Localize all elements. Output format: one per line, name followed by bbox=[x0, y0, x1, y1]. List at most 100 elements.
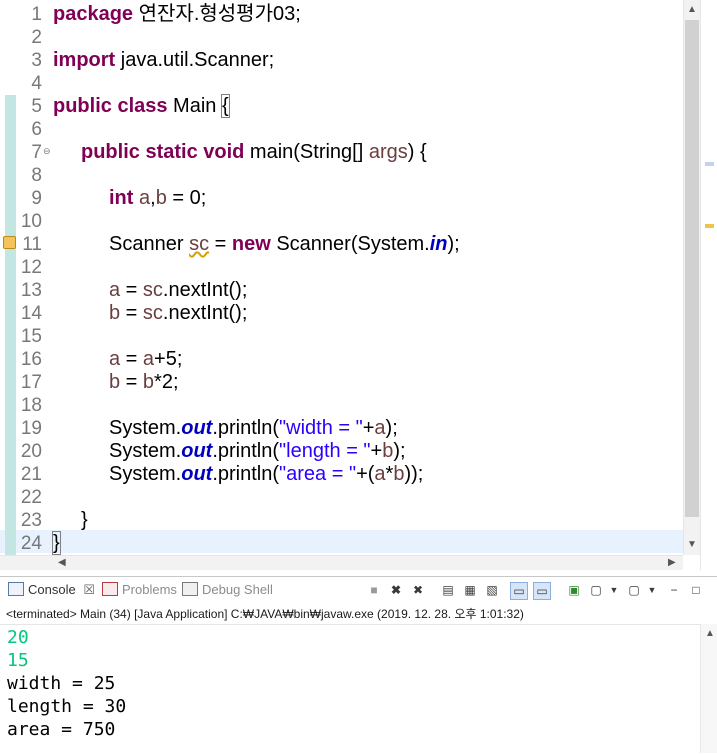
local-variable: a bbox=[109, 348, 121, 370]
show-on-stdout-icon[interactable]: ▭ bbox=[510, 582, 528, 600]
matching-brace: { bbox=[221, 94, 230, 118]
scroll-left-icon[interactable]: ◀ bbox=[58, 557, 66, 568]
quick-diff-bar bbox=[5, 118, 16, 555]
code-token: System. bbox=[109, 463, 182, 485]
pin-console-icon[interactable]: ▣ bbox=[566, 582, 582, 598]
console-output[interactable]: 20 15 width = 25 length = 30 area = 750 bbox=[0, 624, 700, 754]
tab-problems[interactable]: Problems bbox=[102, 580, 177, 600]
display-selected-console-icon[interactable]: ▢ bbox=[588, 582, 604, 598]
warning-lightbulb-icon[interactable] bbox=[3, 236, 16, 249]
code-token: = bbox=[120, 279, 143, 301]
close-icon[interactable]: ☒ bbox=[83, 582, 95, 597]
code-line-11: Scanner sc = new Scanner(System.in); bbox=[109, 233, 460, 256]
remove-all-terminated-icon[interactable]: ✖ bbox=[410, 582, 426, 598]
local-variable: b bbox=[155, 187, 167, 209]
console-input-line: 20 bbox=[7, 627, 29, 648]
code-token: .println( bbox=[212, 417, 280, 439]
fold-minus-icon[interactable]: ⊖ bbox=[43, 146, 51, 157]
line-number: 23 bbox=[20, 510, 42, 531]
code-token: + bbox=[370, 440, 383, 462]
scroll-lock-icon[interactable]: ▦ bbox=[462, 582, 478, 598]
static-field: out bbox=[181, 417, 213, 439]
console-view-toolbar: Console ☒ Problems Debug Shell ■ ✖ ✖ ▤ ▦… bbox=[0, 576, 717, 605]
line-number: 4 bbox=[31, 73, 42, 94]
method-signature: main(String[] bbox=[244, 141, 369, 163]
open-console-icon[interactable]: ▢ bbox=[626, 582, 642, 598]
line-number: 20 bbox=[20, 441, 42, 462]
scroll-down-icon[interactable]: ▼ bbox=[687, 539, 697, 550]
local-variable: a bbox=[133, 187, 151, 209]
console-output-line: area = 750 bbox=[7, 719, 116, 740]
word-wrap-icon[interactable]: ▧ bbox=[484, 582, 500, 598]
code-token: *2; bbox=[154, 371, 179, 393]
console-process-label: <terminated> Main (34) [Java Application… bbox=[6, 607, 524, 621]
minimize-icon[interactable]: − bbox=[666, 582, 682, 598]
local-variable: b bbox=[109, 371, 121, 393]
terminate-icon[interactable]: ■ bbox=[366, 582, 382, 598]
code-token: System. bbox=[109, 417, 182, 439]
code-token: = bbox=[209, 233, 232, 255]
code-token: .println( bbox=[212, 440, 280, 462]
debug-shell-icon bbox=[182, 582, 198, 596]
console-vertical-scrollbar[interactable]: ▲ bbox=[700, 624, 717, 753]
local-variable: b bbox=[382, 440, 394, 462]
keyword: package bbox=[53, 3, 134, 25]
keyword: int bbox=[109, 187, 134, 209]
line-number: 13 bbox=[20, 280, 42, 301]
local-variable: sc bbox=[142, 302, 163, 324]
console-icon bbox=[8, 582, 24, 596]
local-variable: a bbox=[109, 279, 121, 301]
scroll-right-icon[interactable]: ▶ bbox=[668, 557, 676, 568]
code-token: ); bbox=[385, 417, 398, 439]
warning-marker[interactable] bbox=[705, 224, 714, 228]
line-number: 17 bbox=[20, 372, 42, 393]
scrollbar-thumb[interactable] bbox=[685, 20, 699, 517]
tab-problems-label: Problems bbox=[122, 582, 177, 597]
line-number: 6 bbox=[31, 119, 42, 140]
scroll-up-icon[interactable]: ▲ bbox=[705, 628, 715, 639]
clear-console-icon[interactable]: ▤ bbox=[440, 582, 456, 598]
maximize-icon[interactable]: □ bbox=[688, 582, 704, 598]
code-line-5: public class Main { bbox=[53, 94, 230, 118]
tab-console-label: Console bbox=[28, 582, 76, 597]
static-field: out bbox=[181, 463, 213, 485]
code-token: ); bbox=[447, 233, 460, 255]
chevron-down-icon[interactable]: ▼ bbox=[644, 582, 660, 598]
line-number: 15 bbox=[20, 326, 42, 347]
code-line-19: System.out.println("width = "+a); bbox=[109, 417, 398, 440]
remove-launch-icon[interactable]: ✖ bbox=[388, 582, 404, 598]
code-line-3: import java.util.Scanner; bbox=[53, 49, 274, 72]
tab-debug-shell[interactable]: Debug Shell bbox=[182, 580, 273, 600]
editor-horizontal-scrollbar[interactable]: ◀ ▶ bbox=[0, 555, 683, 570]
tab-console[interactable]: Console ☒ bbox=[8, 580, 95, 600]
chevron-down-icon[interactable]: ▼ bbox=[606, 582, 622, 598]
local-variable: sc bbox=[189, 233, 210, 255]
code-token: +( bbox=[356, 463, 375, 485]
line-number: 19 bbox=[20, 418, 42, 439]
editor-vertical-scrollbar[interactable]: ▲ ▼ bbox=[683, 0, 701, 555]
overview-ruler[interactable] bbox=[700, 0, 717, 570]
scroll-up-icon[interactable]: ▲ bbox=[687, 4, 697, 15]
keyword: new bbox=[231, 233, 271, 255]
code-line-7: public static void main(String[] args) { bbox=[81, 141, 427, 164]
line-number: 14 bbox=[20, 303, 42, 324]
import-path: java.util.Scanner; bbox=[115, 49, 275, 71]
line-number: 10 bbox=[20, 211, 42, 232]
string-literal: "length = " bbox=[279, 440, 371, 462]
code-token: .println( bbox=[212, 463, 280, 485]
type-name: Scanner bbox=[109, 233, 190, 255]
local-variable: b bbox=[109, 302, 121, 324]
string-literal: "width = " bbox=[279, 417, 363, 439]
line-number: 7 bbox=[31, 142, 42, 163]
show-on-stderr-icon[interactable]: ▭ bbox=[533, 582, 551, 600]
code-token: = bbox=[120, 371, 143, 393]
code-line-23: } bbox=[81, 509, 88, 532]
code-editor[interactable]: 1 2 3 4 5 6 7 8 9 10 11 12 13 14 15 16 1… bbox=[0, 0, 717, 570]
code-line-13: a = sc.nextInt(); bbox=[109, 279, 247, 302]
line-number: 21 bbox=[20, 464, 42, 485]
code-token: + bbox=[362, 417, 375, 439]
occurrence-marker[interactable] bbox=[705, 162, 714, 166]
console-output-line: length = 30 bbox=[7, 696, 127, 717]
local-variable: a bbox=[374, 463, 386, 485]
keyword: public class bbox=[53, 95, 168, 117]
